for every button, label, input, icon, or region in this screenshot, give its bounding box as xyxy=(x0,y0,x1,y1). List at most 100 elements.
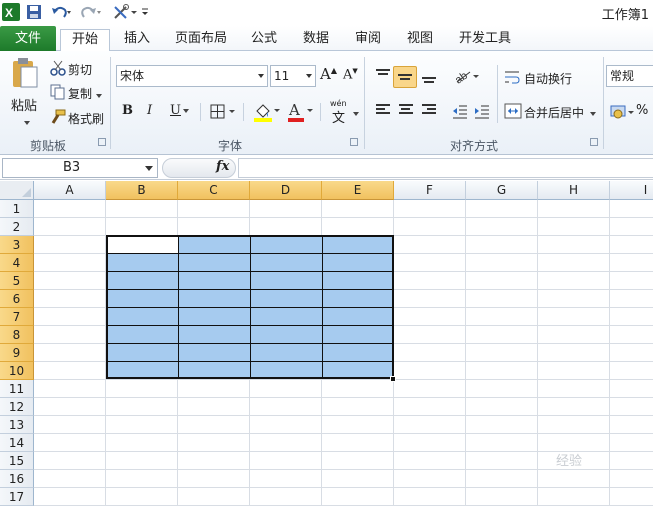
align-right-icon[interactable] xyxy=(422,104,436,116)
alignment-dialog-launcher[interactable] xyxy=(590,138,598,146)
name-box[interactable]: B3 xyxy=(2,158,158,178)
tab-review[interactable]: 审阅 xyxy=(350,29,386,51)
number-format-value: 常规 xyxy=(610,69,635,83)
chevron-down-icon xyxy=(258,74,264,78)
italic-button[interactable]: I xyxy=(147,103,152,118)
row-header-2[interactable]: 2 xyxy=(0,218,34,236)
row-header-8[interactable]: 8 xyxy=(0,326,34,344)
group-separator xyxy=(110,57,111,149)
row-header-12[interactable]: 12 xyxy=(0,398,34,416)
quick-access-toolbar: X 工作簿1 xyxy=(0,0,653,26)
align-middle-button[interactable] xyxy=(393,66,417,88)
cut-icon[interactable] xyxy=(50,60,66,76)
customize-qat-icon[interactable] xyxy=(140,3,150,21)
insert-function-button[interactable]: fx xyxy=(216,159,229,174)
tab-data[interactable]: 数据 xyxy=(298,29,334,51)
paste-icon[interactable] xyxy=(10,57,40,91)
tab-page-layout[interactable]: 页面布局 xyxy=(172,29,230,51)
row-header-17[interactable]: 17 xyxy=(0,488,34,506)
column-header-e[interactable]: E xyxy=(322,181,394,200)
font-dialog-launcher[interactable] xyxy=(350,138,358,146)
fill-handle[interactable] xyxy=(390,376,396,382)
font-name-combo[interactable]: 宋体 xyxy=(116,65,268,87)
merge-center-button[interactable]: 合并后居中 xyxy=(524,104,597,121)
column-header-g[interactable]: G xyxy=(466,181,538,200)
align-top-icon[interactable] xyxy=(376,69,390,77)
phonetic-guide-button[interactable]: wén 文 xyxy=(330,99,360,126)
watermark: 经验 xyxy=(556,454,583,469)
alignment-group-label: 对齐方式 xyxy=(450,139,499,153)
font-size-combo[interactable]: 11 xyxy=(270,65,316,87)
paste-dropdown-arrow[interactable] xyxy=(22,115,30,129)
row-header-5[interactable]: 5 xyxy=(0,272,34,290)
row-header-1[interactable]: 1 xyxy=(0,200,34,218)
column-header-h[interactable]: H xyxy=(538,181,610,200)
row-header-4[interactable]: 4 xyxy=(0,254,34,272)
active-cell[interactable] xyxy=(108,237,178,253)
merge-center-icon[interactable] xyxy=(504,103,522,122)
row-header-10[interactable]: 10 xyxy=(0,362,34,380)
column-header-d[interactable]: D xyxy=(250,181,322,200)
wrap-text-icon[interactable] xyxy=(504,69,522,88)
decrease-indent-icon[interactable] xyxy=(452,103,468,122)
group-separator xyxy=(243,103,244,121)
formula-bar: B3 fx xyxy=(0,156,653,180)
align-center-icon[interactable] xyxy=(399,104,413,116)
bold-button[interactable]: B xyxy=(122,103,133,118)
column-header-c[interactable]: C xyxy=(178,181,250,200)
shrink-font-button[interactable]: A▼ xyxy=(343,67,358,82)
window-title: 工作簿1 xyxy=(601,8,649,23)
row-header-14[interactable]: 14 xyxy=(0,434,34,452)
row-header-11[interactable]: 11 xyxy=(0,380,34,398)
percent-button[interactable]: % xyxy=(636,103,648,118)
cut-button[interactable]: 剪切 xyxy=(68,61,92,78)
group-separator xyxy=(497,65,498,123)
column-header-a[interactable]: A xyxy=(34,181,106,200)
align-left-icon[interactable] xyxy=(376,104,390,116)
paste-button[interactable]: 粘贴 xyxy=(11,95,37,114)
grow-font-button[interactable]: A▲ xyxy=(320,65,337,83)
column-header-b[interactable]: B xyxy=(106,181,178,200)
row-header-15[interactable]: 15 xyxy=(0,452,34,470)
number-format-combo[interactable]: 常规 xyxy=(606,65,653,87)
copy-icon[interactable] xyxy=(50,84,66,100)
format-painter-icon[interactable] xyxy=(50,109,66,125)
font-color-icon[interactable]: A xyxy=(287,101,315,126)
select-all-button[interactable] xyxy=(0,181,34,200)
formula-input[interactable] xyxy=(238,158,653,178)
underline-button[interactable]: U xyxy=(170,103,189,118)
redo-icon[interactable] xyxy=(80,3,102,21)
tab-home[interactable]: 开始 xyxy=(60,29,110,51)
name-box-value: B3 xyxy=(63,160,81,175)
copy-button[interactable]: 复制 xyxy=(68,85,92,102)
tab-view[interactable]: 视图 xyxy=(402,29,438,51)
tools-icon[interactable] xyxy=(112,3,138,21)
undo-icon[interactable] xyxy=(50,3,72,21)
save-icon[interactable] xyxy=(26,3,42,21)
clipboard-dialog-launcher[interactable] xyxy=(98,138,106,146)
increase-indent-icon[interactable] xyxy=(474,103,490,122)
column-header-f[interactable]: F xyxy=(394,181,466,200)
group-separator xyxy=(603,57,604,149)
row-header-3[interactable]: 3 xyxy=(0,236,34,254)
excel-logo-icon: X xyxy=(2,3,20,21)
row-header-16[interactable]: 16 xyxy=(0,470,34,488)
selected-range[interactable] xyxy=(106,235,394,379)
tab-file[interactable]: 文件 xyxy=(0,26,56,51)
wrap-text-button[interactable]: 自动换行 xyxy=(524,70,572,87)
fill-color-icon[interactable] xyxy=(252,101,280,126)
tab-formulas[interactable]: 公式 xyxy=(246,29,282,51)
tab-insert[interactable]: 插入 xyxy=(118,29,156,51)
row-header-9[interactable]: 9 xyxy=(0,344,34,362)
format-painter-button[interactable]: 格式刷 xyxy=(68,110,104,127)
align-bottom-icon[interactable] xyxy=(422,77,436,85)
tab-developer[interactable]: 开发工具 xyxy=(454,29,516,51)
column-header-i[interactable]: I xyxy=(610,181,653,200)
row-header-13[interactable]: 13 xyxy=(0,416,34,434)
orientation-icon[interactable]: ab xyxy=(453,66,479,89)
accounting-format-icon[interactable] xyxy=(610,103,638,124)
row-header-7[interactable]: 7 xyxy=(0,308,34,326)
row-header-6[interactable]: 6 xyxy=(0,290,34,308)
borders-icon[interactable] xyxy=(210,104,236,123)
copy-dropdown-arrow[interactable] xyxy=(94,88,102,102)
